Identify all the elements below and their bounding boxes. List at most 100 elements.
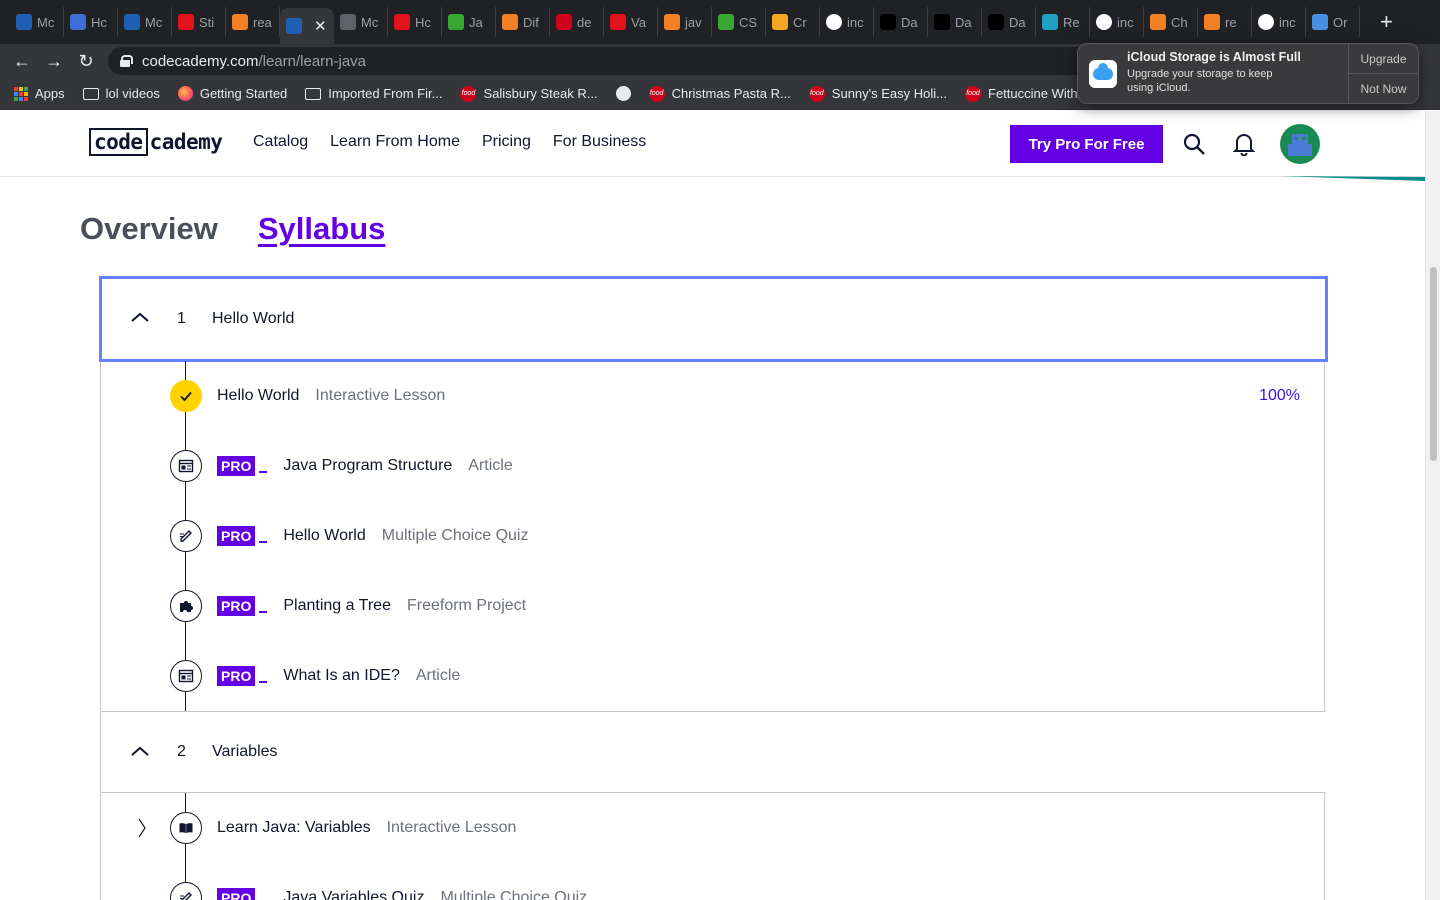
- close-tab-icon[interactable]: ✕: [314, 17, 327, 35]
- user-avatar[interactable]: [1280, 124, 1320, 164]
- syllabus-item[interactable]: PRO Planting a Tree Freeform Project: [101, 571, 1324, 641]
- bookmark-label: Fettuccine With C: [988, 86, 1091, 101]
- browser-tab[interactable]: inc: [1090, 7, 1144, 37]
- chevron-up-icon[interactable]: [131, 312, 149, 322]
- chevron-right-icon[interactable]: [137, 818, 147, 838]
- item-content: Learn Java: Variables Interactive Lesson: [217, 819, 516, 837]
- syllabus-item[interactable]: Hello World Interactive Lesson 100%: [101, 361, 1324, 431]
- pro-badge: PRO: [217, 666, 256, 686]
- browser-tab[interactable]: Ch: [1144, 7, 1198, 37]
- pro-badge-underline: [259, 611, 268, 613]
- main-nav: Catalog Learn From Home Pricing For Busines…: [253, 133, 646, 151]
- codecademy-logo[interactable]: code cademy: [89, 128, 223, 156]
- bookmark-item[interactable]: Apps: [14, 86, 65, 101]
- item-type: Interactive Lesson: [386, 819, 517, 836]
- search-icon[interactable]: [1183, 133, 1205, 155]
- not-now-button[interactable]: Not Now: [1349, 73, 1418, 103]
- bookmark-item[interactable]: lol videos: [82, 86, 160, 101]
- tab-syllabus[interactable]: Syllabus: [258, 211, 386, 247]
- browser-tab[interactable]: Mc: [10, 7, 64, 37]
- bookmark-item[interactable]: food Fettuccine With C: [965, 85, 1091, 102]
- tab-label: jav: [685, 14, 702, 30]
- bookmark-item[interactable]: food Sunny's Easy Holi...: [808, 85, 947, 102]
- browser-tab[interactable]: Hc: [388, 7, 442, 37]
- scrollbar-thumb[interactable]: [1430, 267, 1437, 461]
- globe-icon: [615, 86, 631, 101]
- browser-tab[interactable]: Mc: [334, 7, 388, 37]
- browser-tab[interactable]: inc: [820, 7, 874, 37]
- item-title[interactable]: What Is an IDE?: [283, 667, 400, 685]
- syllabus-item[interactable]: Learn Java: Variables Interactive Lesson: [101, 793, 1324, 863]
- bookmark-item[interactable]: food Christmas Pasta R...: [648, 85, 791, 102]
- browser-tab[interactable]: Re: [1036, 7, 1090, 37]
- bookmark-item[interactable]: Getting Started: [177, 86, 287, 101]
- syllabus-item[interactable]: PRO Java Variables Quiz Multiple Choice Qu…: [101, 863, 1324, 900]
- browser-tab[interactable]: Mc: [118, 7, 172, 37]
- logo-box-text: code: [89, 128, 148, 156]
- browser-tab[interactable]: re: [1198, 7, 1252, 37]
- try-pro-button[interactable]: Try Pro For Free: [1010, 125, 1163, 163]
- page-scrollbar[interactable]: [1425, 111, 1440, 900]
- browser-tab[interactable]: Sti: [172, 7, 226, 37]
- upgrade-button[interactable]: Upgrade: [1349, 44, 1418, 73]
- browser-tab[interactable]: Hc: [64, 7, 118, 37]
- chevron-up-icon[interactable]: [131, 746, 149, 756]
- item-title[interactable]: Planting a Tree: [283, 597, 391, 615]
- module-header[interactable]: 2 Variables: [101, 711, 1326, 793]
- bookmark-item[interactable]: Imported From Fir...: [305, 86, 442, 101]
- browser-tab[interactable]: Va: [604, 7, 658, 37]
- browser-tab[interactable]: inc: [1252, 7, 1306, 37]
- browser-tab[interactable]: Da: [982, 7, 1036, 37]
- tab-favicon-icon: [124, 14, 140, 30]
- item-title[interactable]: Java Variables Quiz: [283, 889, 424, 900]
- syllabus-item[interactable]: PRO Hello World Multiple Choice Quiz: [101, 501, 1324, 571]
- bookmark-label: Salisbury Steak R...: [483, 86, 598, 101]
- item-title[interactable]: Java Program Structure: [283, 457, 452, 475]
- browser-tab[interactable]: jav: [658, 7, 712, 37]
- site-header: code cademy Catalog Learn From Home Pricing…: [0, 111, 1425, 181]
- nav-link[interactable]: For Business: [553, 133, 646, 151]
- browser-tab[interactable]: Da: [928, 7, 982, 37]
- bookmark-item[interactable]: food Salisbury Steak R...: [460, 85, 598, 102]
- browser-tab[interactable]: de: [550, 7, 604, 37]
- apps-grid-icon: [14, 86, 28, 101]
- module-header[interactable]: 1 Hello World: [99, 276, 1328, 362]
- item-title[interactable]: Learn Java: Variables: [217, 819, 371, 837]
- url-path: /learn/learn-java: [258, 52, 367, 70]
- bookmark-label: Imported From Fir...: [328, 86, 443, 101]
- browser-tab[interactable]: rea: [226, 7, 280, 37]
- pro-badge: PRO: [217, 456, 256, 476]
- item-title[interactable]: Hello World: [283, 527, 365, 545]
- back-button[interactable]: ←: [6, 51, 38, 72]
- nav-link[interactable]: Catalog: [253, 133, 308, 151]
- icloud-notification[interactable]: iCloud Storage is Almost Full Upgrade yo…: [1077, 43, 1419, 104]
- bookmark-item[interactable]: [615, 86, 631, 101]
- module-title: Hello World: [212, 310, 295, 327]
- browser-tab[interactable]: Ja: [442, 7, 496, 37]
- tab-overview[interactable]: Overview: [80, 211, 218, 247]
- tab-label: Mc: [145, 14, 163, 30]
- browser-tab[interactable]: Or: [1306, 7, 1360, 37]
- item-title[interactable]: Hello World: [217, 387, 299, 405]
- syllabus-item[interactable]: PRO What Is an IDE? Article: [101, 641, 1324, 711]
- puzzle-icon: [180, 601, 193, 612]
- url-host: codecademy.com: [142, 52, 259, 70]
- syllabus-item[interactable]: PRO Java Program Structure Article: [101, 431, 1324, 501]
- bell-icon[interactable]: [1233, 132, 1255, 156]
- browser-tab[interactable]: Dif: [496, 7, 550, 37]
- nav-link[interactable]: Learn From Home: [330, 133, 460, 151]
- tab-label: re: [1225, 14, 1237, 30]
- new-tab-button[interactable]: +: [1380, 9, 1393, 35]
- reload-button[interactable]: ↻: [70, 51, 102, 72]
- browser-tab[interactable]: Cr: [766, 7, 820, 37]
- tab-label: Sti: [199, 14, 215, 30]
- browser-tab[interactable]: Da: [874, 7, 928, 37]
- forward-button[interactable]: →: [38, 51, 70, 72]
- browser-tab[interactable]: ✕: [280, 8, 334, 44]
- browser-tab[interactable]: CS: [712, 7, 766, 37]
- tab-favicon-icon: [232, 14, 248, 30]
- tab-favicon-icon: [772, 14, 788, 30]
- nav-link[interactable]: Pricing: [482, 133, 531, 151]
- item-type: Interactive Lesson: [315, 387, 446, 404]
- module-number: 2: [177, 743, 186, 760]
